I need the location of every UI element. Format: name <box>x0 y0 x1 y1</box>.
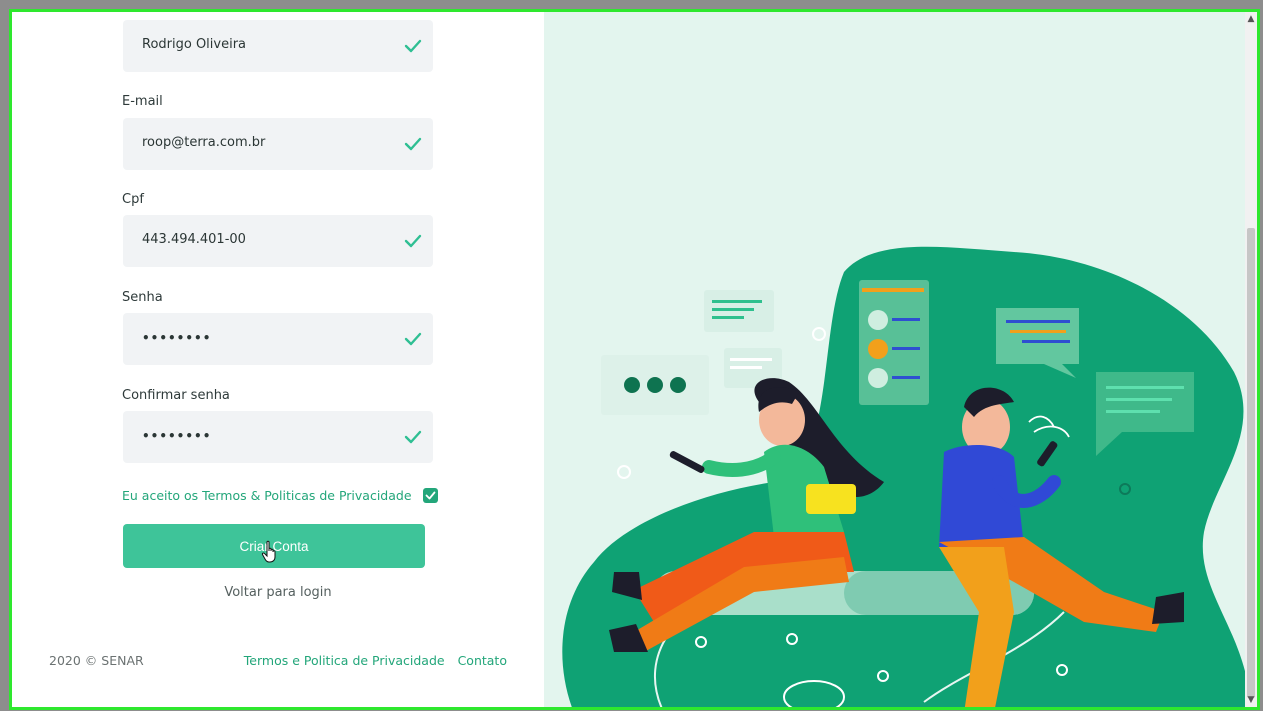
password-value: •••••••• <box>142 331 212 345</box>
check-icon <box>404 137 422 151</box>
hand-pointer-icon <box>261 540 276 563</box>
confirm-password-value: •••••••• <box>142 429 212 443</box>
browser-viewport: Rodrigo Oliveira E-mail roop@terra.com.b… <box>9 9 1260 710</box>
terms-link[interactable]: Eu aceito os Termos & Politicas de Priva… <box>122 488 412 503</box>
signup-panel: Rodrigo Oliveira E-mail roop@terra.com.b… <box>12 12 544 707</box>
terms-policy-link[interactable]: Termos e Politica de Privacidade <box>244 653 445 668</box>
password-label: Senha <box>122 290 163 305</box>
name-field[interactable]: Rodrigo Oliveira <box>123 20 433 72</box>
social-chat-illustration <box>562 246 1245 707</box>
cpf-value: 443.494.401-00 <box>142 232 246 247</box>
contacts-card <box>859 280 929 405</box>
terms-checkbox[interactable] <box>422 488 438 503</box>
check-icon <box>404 430 422 444</box>
scrollbar-thumb[interactable] <box>1247 228 1255 698</box>
check-icon <box>404 39 422 53</box>
terms-row[interactable]: Eu aceito os Termos & Politicas de Priva… <box>122 485 438 505</box>
back-to-login-link[interactable]: Voltar para login <box>12 585 544 600</box>
checkbox-checked-icon <box>425 491 436 500</box>
copyright-text: 2020 © SENAR <box>49 653 144 668</box>
contact-link[interactable]: Contato <box>458 653 507 668</box>
check-icon <box>404 234 422 248</box>
scroll-up-arrow-icon[interactable]: ▲ <box>1246 14 1256 24</box>
email-label: E-mail <box>122 94 163 109</box>
cpf-label: Cpf <box>122 192 144 207</box>
check-icon <box>404 332 422 346</box>
password-field[interactable]: •••••••• <box>123 313 433 365</box>
name-value: Rodrigo Oliveira <box>142 37 247 52</box>
illustration-panel <box>544 12 1245 707</box>
email-field[interactable]: roop@terra.com.br <box>123 118 433 170</box>
email-value: roop@terra.com.br <box>142 135 266 150</box>
footer-links: Termos e Politica de Privacidade Contato <box>244 653 507 668</box>
confirm-password-label: Confirmar senha <box>122 388 230 403</box>
vertical-scrollbar[interactable]: ▲ ▼ <box>1245 12 1257 707</box>
scroll-down-arrow-icon[interactable]: ▼ <box>1246 695 1256 705</box>
confirm-password-field[interactable]: •••••••• <box>123 411 433 463</box>
cpf-field[interactable]: 443.494.401-00 <box>123 215 433 267</box>
